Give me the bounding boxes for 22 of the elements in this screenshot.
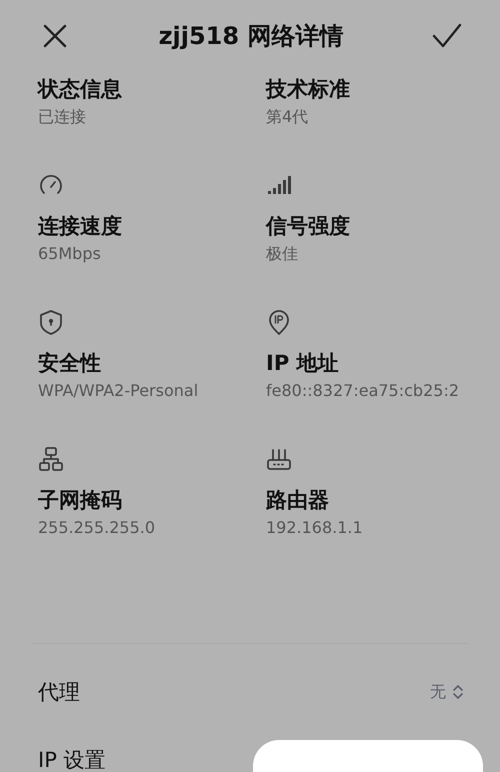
detail-value: 已连接 <box>38 106 86 128</box>
detail-value: 192.168.1.1 <box>266 517 363 539</box>
detail-label: 技术标准 <box>266 76 350 103</box>
updown-chevron-icon <box>452 684 464 700</box>
detail-label: 状态信息 <box>38 76 122 103</box>
setting-label: IP 设置 <box>38 747 106 772</box>
detail-value: fe80::8327:ea75:cb25:2 <box>266 380 460 402</box>
detail-value: 极佳 <box>266 243 298 265</box>
detail-label: 子网掩码 <box>38 487 122 514</box>
detail-label: 路由器 <box>266 487 329 514</box>
detail-label: 连接速度 <box>38 213 122 240</box>
window-title: zjj518 网络详情 <box>158 21 344 52</box>
detail-value: 第4代 <box>266 106 308 128</box>
detail-value: WPA/WPA2-Personal <box>38 380 198 402</box>
detail-label: IP 地址 <box>266 350 339 377</box>
detail-label: 信号强度 <box>266 213 350 240</box>
proxy-dropdown[interactable]: 无 <box>430 682 464 702</box>
setting-label: 代理 <box>38 679 80 706</box>
detail-label: 安全性 <box>38 350 101 377</box>
hierarchy-icon <box>36 444 66 474</box>
detail-value: 255.255.255.0 <box>38 517 156 539</box>
detail-value: 65Mbps <box>38 243 101 265</box>
